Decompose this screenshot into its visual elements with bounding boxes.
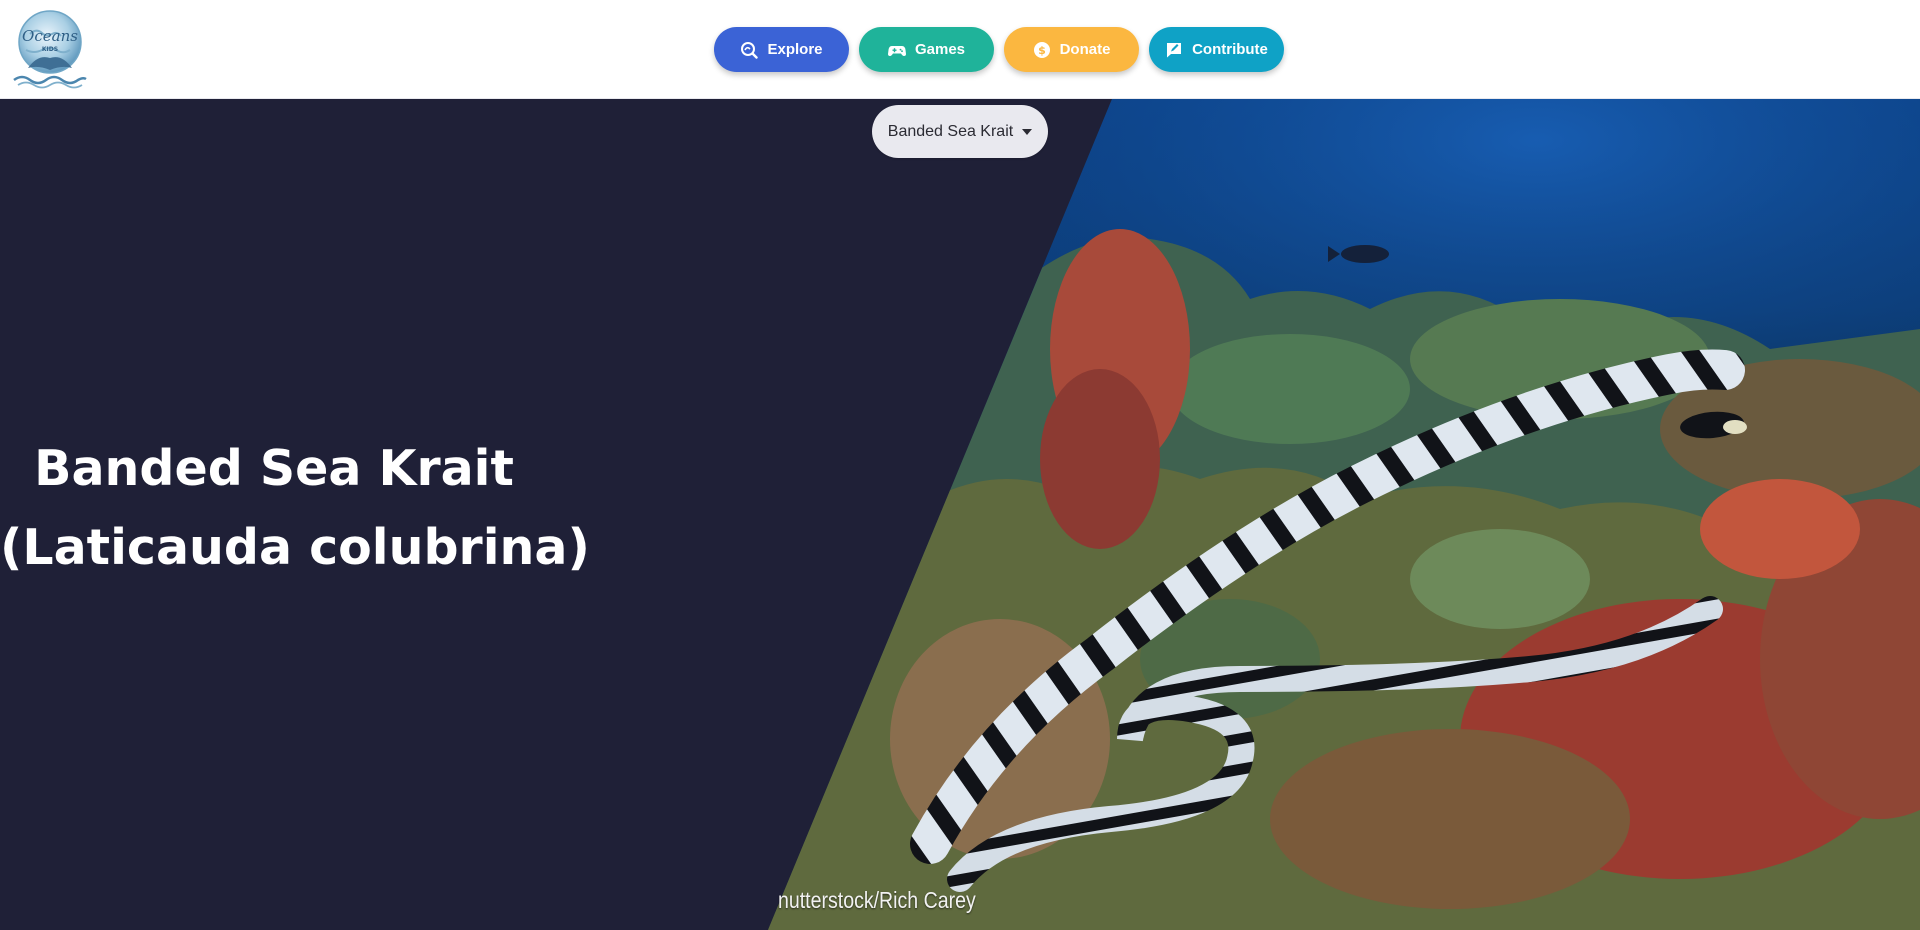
whale-tail-globe-logo-icon: Oceans KIDS [13, 10, 87, 89]
svg-text:Oceans: Oceans [22, 27, 78, 45]
species-dropdown[interactable]: Banded Sea Krait [872, 105, 1048, 158]
donate-button[interactable]: $ Donate [1004, 27, 1139, 72]
species-common-name: Banded Sea Krait [34, 440, 514, 497]
contribute-button[interactable]: Contribute [1149, 27, 1284, 72]
svg-text:KIDS: KIDS [42, 46, 58, 53]
site-header: Oceans KIDS Explore Games $ Donate Contr… [0, 0, 1920, 99]
dollar-coin-icon: $ [1033, 41, 1050, 58]
explore-icon [741, 41, 759, 59]
photo-credit: nutterstock/Rich Carey [778, 887, 976, 913]
species-hero: Banded Sea Krait Banded Sea Krait (Latic… [0, 99, 1920, 930]
svg-text:$: $ [1038, 44, 1046, 57]
main-nav: Explore Games $ Donate Contribute [714, 27, 1284, 72]
games-label: Games [914, 41, 966, 58]
species-dropdown-value: Banded Sea Krait [887, 122, 1014, 140]
gamepad-icon [887, 45, 906, 56]
edit-message-icon [1167, 42, 1182, 57]
explore-label: Explore [767, 41, 823, 58]
species-scientific-name: (Laticauda colubrina) [0, 519, 590, 576]
games-button[interactable]: Games [859, 27, 994, 72]
explore-button[interactable]: Explore [714, 27, 849, 72]
species-title: Banded Sea Krait (Laticauda colubrina) [0, 429, 590, 587]
donate-label: Donate [1059, 41, 1111, 58]
oceans-kids-logo[interactable]: Oceans KIDS [8, 6, 92, 90]
caret-down-icon [1022, 128, 1033, 135]
contribute-label: Contribute [1192, 41, 1268, 58]
